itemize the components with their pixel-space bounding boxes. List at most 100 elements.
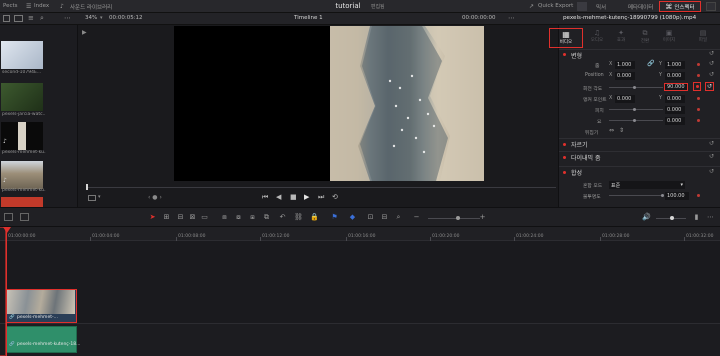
inspector-tab-button[interactable]: ⌘ 인스펙터 — [659, 1, 701, 12]
zoom-full-icon[interactable]: ⊡ — [366, 214, 375, 221]
section-title-composite[interactable]: 합성 — [571, 168, 582, 177]
flip-vertical-icon[interactable]: ⇕ — [619, 127, 624, 134]
quick-export-button[interactable]: Quick Export — [538, 3, 573, 9]
replace-clip-icon[interactable]: ⧆ — [248, 214, 257, 221]
keyframe-dot[interactable] — [697, 97, 700, 100]
reset-icon[interactable]: ↺ — [709, 50, 714, 57]
yaw-slider[interactable] — [609, 120, 663, 121]
go-to-end-icon[interactable]: ⏭ — [318, 193, 324, 202]
play-icon[interactable]: ▶ — [304, 193, 309, 201]
volume-icon[interactable]: 🔊 — [642, 214, 651, 221]
position-lock-icon[interactable]: 🔒 — [310, 214, 319, 221]
playhead[interactable] — [6, 227, 7, 356]
tab-transition[interactable]: ⧉ 전환 — [635, 29, 655, 45]
opacity-field[interactable]: 100.00 — [665, 192, 689, 200]
timeline-zoom-slider[interactable] — [428, 218, 480, 219]
tab-file[interactable]: ▤ 파일 — [693, 29, 713, 45]
fullscreen-icon[interactable] — [577, 2, 587, 11]
zoom-in-icon[interactable]: + — [478, 214, 487, 221]
viewer-options-icon[interactable]: ⋯ — [508, 14, 515, 22]
section-enabled-dot[interactable] — [563, 53, 566, 56]
opacity-slider-knob[interactable] — [661, 194, 664, 197]
timeline-zoom-knob[interactable] — [456, 216, 460, 220]
keyframe-dot[interactable] — [697, 194, 700, 197]
search-icon[interactable]: ⌕ — [40, 14, 44, 23]
zoom-out-icon[interactable]: − — [412, 214, 421, 221]
trim-tool-icon[interactable]: ⊞ — [162, 214, 171, 221]
snapping-icon[interactable]: ↶ — [278, 214, 287, 221]
flip-horizontal-icon[interactable]: ⇔ — [609, 127, 614, 134]
jog-control-icon[interactable]: ‹ ● › — [148, 194, 162, 201]
video-clip[interactable]: 🔗 pexels-mehmet-... — [6, 289, 77, 323]
audio-meter-icon[interactable]: ▮ — [692, 214, 701, 221]
media-thumbnail-3[interactable]: ♪ — [1, 122, 43, 150]
grid-view-icon[interactable] — [3, 15, 10, 22]
zoom-custom-icon[interactable]: ⌕ — [394, 214, 403, 221]
stop-icon[interactable]: ■ — [290, 193, 297, 201]
reset-icon[interactable]: ↺ — [709, 153, 714, 160]
razor-icon[interactable]: ▭ — [200, 214, 209, 221]
keyframe-dot[interactable] — [697, 119, 700, 122]
section-enabled-dot[interactable] — [563, 171, 566, 174]
more-icon[interactable]: ⋯ — [64, 14, 71, 22]
scrubber-handle[interactable] — [86, 184, 88, 190]
scrubber-track[interactable] — [86, 187, 556, 188]
pitch-slider-knob[interactable] — [633, 108, 636, 111]
dynamic-trim-icon[interactable]: ⊟ — [176, 214, 185, 221]
section-title-dynamic-zoom[interactable]: 다이내믹 줌 — [571, 153, 601, 162]
panel-toggle-icon[interactable] — [706, 2, 716, 11]
yaw-slider-knob[interactable] — [633, 119, 636, 122]
metadata-tab[interactable]: 메타데이터 — [628, 3, 653, 11]
position-y-field[interactable]: 0.000 — [665, 72, 685, 80]
position-x-field[interactable]: 0.000 — [615, 72, 635, 80]
place-on-top-icon[interactable]: ⧉ — [262, 214, 271, 221]
blade-tool-icon[interactable]: ⊠ — [188, 214, 197, 221]
zoom-level[interactable]: 34% — [85, 15, 97, 21]
keyframe-dot[interactable] — [697, 108, 700, 111]
keyframe-dot[interactable] — [697, 63, 700, 66]
overwrite-clip-icon[interactable]: ⧇ — [234, 214, 243, 221]
media-thumbnail-5[interactable] — [1, 197, 43, 207]
linked-selection-icon[interactable]: ⛓ — [294, 214, 303, 221]
reset-icon[interactable]: ↺ — [709, 71, 714, 78]
rotation-slider[interactable] — [609, 87, 663, 88]
rotation-slider-knob[interactable] — [633, 86, 636, 89]
anchor-y-field[interactable]: 0.000 — [665, 95, 685, 103]
flag-icon[interactable]: ⚑ — [330, 214, 339, 221]
pitch-field[interactable]: 0.000 — [665, 106, 685, 114]
zoom-detail-icon[interactable]: ⊟ — [380, 214, 389, 221]
pitch-slider[interactable] — [609, 109, 663, 110]
zoom-x-field[interactable]: 1.000 — [615, 61, 635, 69]
tab-image[interactable]: ▣ 이미지 — [659, 29, 679, 45]
mixer-tab[interactable]: 믹서 — [596, 3, 606, 11]
reset-icon[interactable]: ↺ — [709, 60, 714, 67]
media-thumbnail-2[interactable] — [1, 83, 43, 111]
tab-effects[interactable]: ✦ 효과 — [611, 29, 631, 45]
section-title-crop[interactable]: 자르기 — [571, 140, 588, 149]
section-enabled-dot[interactable] — [563, 143, 566, 146]
layout-icon[interactable] — [4, 213, 13, 221]
video-track-area[interactable] — [0, 241, 720, 323]
media-thumbnail-4[interactable]: ♪ — [1, 161, 43, 189]
rotation-field[interactable]: 90.000 — [664, 83, 688, 91]
composite-mode-select[interactable]: 표준 ▾ — [609, 181, 685, 189]
anchor-x-field[interactable]: 0.000 — [615, 95, 635, 103]
go-to-start-icon[interactable]: ⏮ — [262, 193, 268, 202]
opacity-slider[interactable] — [609, 195, 663, 196]
timeline-name[interactable]: Timeline 1 — [294, 15, 323, 21]
volume-knob[interactable] — [670, 216, 674, 220]
section-enabled-dot[interactable] — [563, 156, 566, 159]
audio-clip[interactable]: 🔗 pexels-mehmet-kutenç-18... — [6, 326, 80, 353]
insert-clip-icon[interactable]: ⧈ — [220, 214, 229, 221]
tab-audio[interactable]: ♫ 오디오 — [587, 29, 607, 45]
loop-icon[interactable]: ⟲ — [332, 193, 338, 201]
timeline-options-icon[interactable]: ⋯ — [706, 214, 715, 221]
list-view-icon[interactable] — [14, 15, 23, 22]
previous-clip-icon[interactable]: ▶ — [82, 29, 87, 36]
reverse-icon[interactable]: ◀ — [276, 193, 281, 201]
track-view-icon[interactable] — [20, 213, 29, 221]
keyframe-dot[interactable] — [697, 74, 700, 77]
media-thumbnail-1[interactable] — [1, 41, 43, 69]
tab-video[interactable]: ▦ 비디오 — [549, 28, 583, 48]
reset-icon[interactable]: ↺ — [705, 82, 714, 91]
